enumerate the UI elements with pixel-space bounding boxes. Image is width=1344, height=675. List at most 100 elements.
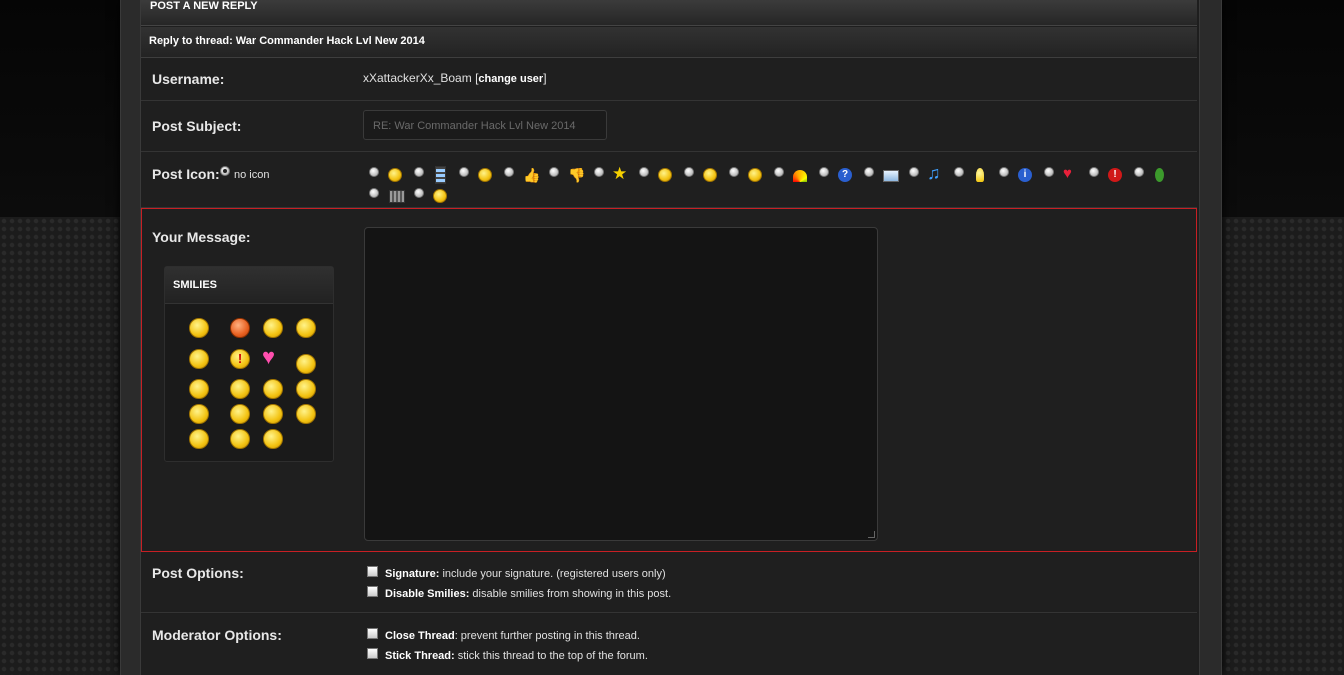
username-row: Username: xXattackerXx_Boam [change user… bbox=[141, 58, 1197, 101]
close-thread-checkbox[interactable] bbox=[367, 628, 378, 639]
clapper-icon bbox=[389, 190, 405, 203]
icon-radio-18[interactable] bbox=[1134, 167, 1144, 177]
lightbulb-icon bbox=[976, 168, 984, 182]
grin-icon bbox=[433, 189, 447, 203]
mad-smiley[interactable] bbox=[230, 318, 250, 338]
icon-radio-15[interactable] bbox=[999, 167, 1009, 177]
stick-thread-option: Stick Thread: stick this thread to the t… bbox=[385, 650, 648, 662]
icon-radio-11[interactable] bbox=[819, 167, 829, 177]
post-icon-label: Post Icon: bbox=[152, 166, 220, 182]
subject-row: Post Subject: RE: War Commander Hack Lvl… bbox=[141, 101, 1197, 152]
disable-smilies-option: Disable Smilies: disable smilies from sh… bbox=[385, 588, 671, 600]
icon-radio-16[interactable] bbox=[1044, 167, 1054, 177]
music-note-icon: ♫ bbox=[927, 163, 941, 183]
message-label: Your Message: bbox=[152, 229, 251, 245]
smile-icon bbox=[388, 168, 402, 182]
shades-smiley[interactable] bbox=[230, 404, 250, 424]
subject-label: Post Subject: bbox=[152, 118, 242, 134]
post-options-row: Post Options: Signature: include your si… bbox=[141, 552, 1197, 613]
message-textarea[interactable] bbox=[364, 227, 878, 541]
confused-smiley[interactable] bbox=[263, 318, 283, 338]
icon-radio-20[interactable] bbox=[414, 188, 424, 198]
angry-face-icon bbox=[703, 168, 717, 182]
thumbs-down-icon: 👎 bbox=[568, 167, 586, 183]
no-icon-label: no icon bbox=[234, 169, 270, 181]
username-value-wrap: xXattackerXx_Boam [change user] bbox=[363, 71, 547, 85]
exclamation-icon: ! bbox=[1108, 168, 1122, 182]
username-label: Username: bbox=[152, 71, 225, 87]
bracket-close: ] bbox=[543, 71, 547, 85]
icon-radio-17[interactable] bbox=[1089, 167, 1099, 177]
close-thread-option: Close Thread: prevent further posting in… bbox=[385, 630, 640, 642]
film-icon bbox=[435, 166, 446, 184]
star-icon: ★ bbox=[612, 164, 628, 183]
smilies-box: SMILIES ! ♥ bbox=[164, 266, 334, 462]
exclamation-smiley[interactable]: ! bbox=[230, 349, 250, 369]
moderator-options-label: Moderator Options: bbox=[152, 627, 282, 643]
happy-smiley[interactable] bbox=[296, 379, 316, 399]
icon-radio-5[interactable] bbox=[549, 167, 559, 177]
moderator-options-row: Moderator Options: Close Thread: prevent… bbox=[141, 614, 1197, 675]
neutral-face-icon bbox=[658, 168, 672, 182]
rainbow-icon bbox=[793, 170, 807, 182]
signature-option: Signature: include your signature. (regi… bbox=[385, 568, 666, 580]
bug-icon bbox=[1155, 168, 1164, 182]
icon-radio-8[interactable] bbox=[684, 167, 694, 177]
change-user-link[interactable]: change user bbox=[478, 73, 543, 85]
disable-smilies-text: disable smilies from showing in this pos… bbox=[469, 588, 672, 600]
disable-smilies-label: Disable Smilies: bbox=[385, 588, 470, 600]
stick-thread-text: stick this thread to the top of the foru… bbox=[454, 650, 648, 662]
form-title: POST A NEW REPLY bbox=[150, 0, 258, 12]
resize-grip-icon[interactable] bbox=[868, 531, 875, 538]
icon-radio-2[interactable] bbox=[414, 167, 424, 177]
question-icon: ? bbox=[838, 168, 852, 182]
icon-radio-6[interactable] bbox=[594, 167, 604, 177]
thread-title: Reply to thread: War Commander Hack Lvl … bbox=[149, 35, 425, 47]
angel-smiley[interactable] bbox=[189, 318, 209, 338]
icon-radio-14[interactable] bbox=[954, 167, 964, 177]
signature-checkbox[interactable] bbox=[367, 566, 378, 577]
frown-smiley[interactable] bbox=[230, 429, 250, 449]
roll-eyes-smiley[interactable] bbox=[230, 379, 250, 399]
sad-smiley[interactable] bbox=[263, 429, 283, 449]
confused-face-icon bbox=[748, 168, 762, 182]
form-title-bar: POST A NEW REPLY bbox=[141, 0, 1197, 26]
icon-radio-3[interactable] bbox=[459, 167, 469, 177]
big-smile-smiley[interactable] bbox=[189, 404, 209, 424]
icon-radio-1[interactable] bbox=[369, 167, 379, 177]
icon-radio-7[interactable] bbox=[639, 167, 649, 177]
eek-smiley[interactable] bbox=[296, 318, 316, 338]
disable-smilies-checkbox[interactable] bbox=[367, 586, 378, 597]
tongue-smiley[interactable] bbox=[296, 404, 316, 424]
heart-smiley[interactable]: ♥ bbox=[262, 346, 282, 368]
icon-radio-10[interactable] bbox=[774, 167, 784, 177]
thumbs-up-icon: 👍 bbox=[523, 167, 541, 183]
cool-smiley[interactable] bbox=[189, 349, 209, 369]
icon-radio-9[interactable] bbox=[729, 167, 739, 177]
no-icon-radio[interactable] bbox=[220, 166, 230, 176]
subject-input[interactable]: RE: War Commander Hack Lvl New 2014 bbox=[363, 110, 607, 140]
grin-smiley[interactable] bbox=[263, 404, 283, 424]
post-icon-row: Post Icon: no icon 👍 👎 ★ ? ♫ i ♥ ! bbox=[141, 152, 1197, 208]
wink-smiley[interactable] bbox=[189, 429, 209, 449]
signature-label: Signature: bbox=[385, 568, 440, 580]
thread-bar: Reply to thread: War Commander Hack Lvl … bbox=[141, 27, 1197, 58]
puzzled-smiley[interactable] bbox=[296, 354, 316, 374]
smilies-header: SMILIES bbox=[165, 267, 333, 304]
icon-radio-13[interactable] bbox=[909, 167, 919, 177]
icon-radio-4[interactable] bbox=[504, 167, 514, 177]
icon-radio-12[interactable] bbox=[864, 167, 874, 177]
close-thread-text: : prevent further posting in this thread… bbox=[454, 630, 640, 642]
message-row: Your Message: SMILIES ! ♥ bbox=[141, 208, 1197, 552]
signature-text: include your signature. (registered user… bbox=[439, 568, 666, 580]
smilies-title: SMILIES bbox=[173, 279, 218, 291]
envelope-icon bbox=[883, 170, 899, 182]
thinking-smiley[interactable] bbox=[263, 379, 283, 399]
info-icon: i bbox=[1018, 168, 1032, 182]
post-options-label: Post Options: bbox=[152, 565, 244, 581]
stick-thread-label: Stick Thread: bbox=[385, 650, 455, 662]
icon-radio-19[interactable] bbox=[369, 188, 379, 198]
tongue-icon bbox=[478, 168, 492, 182]
stick-thread-checkbox[interactable] bbox=[367, 648, 378, 659]
idea-smiley[interactable] bbox=[189, 379, 209, 399]
